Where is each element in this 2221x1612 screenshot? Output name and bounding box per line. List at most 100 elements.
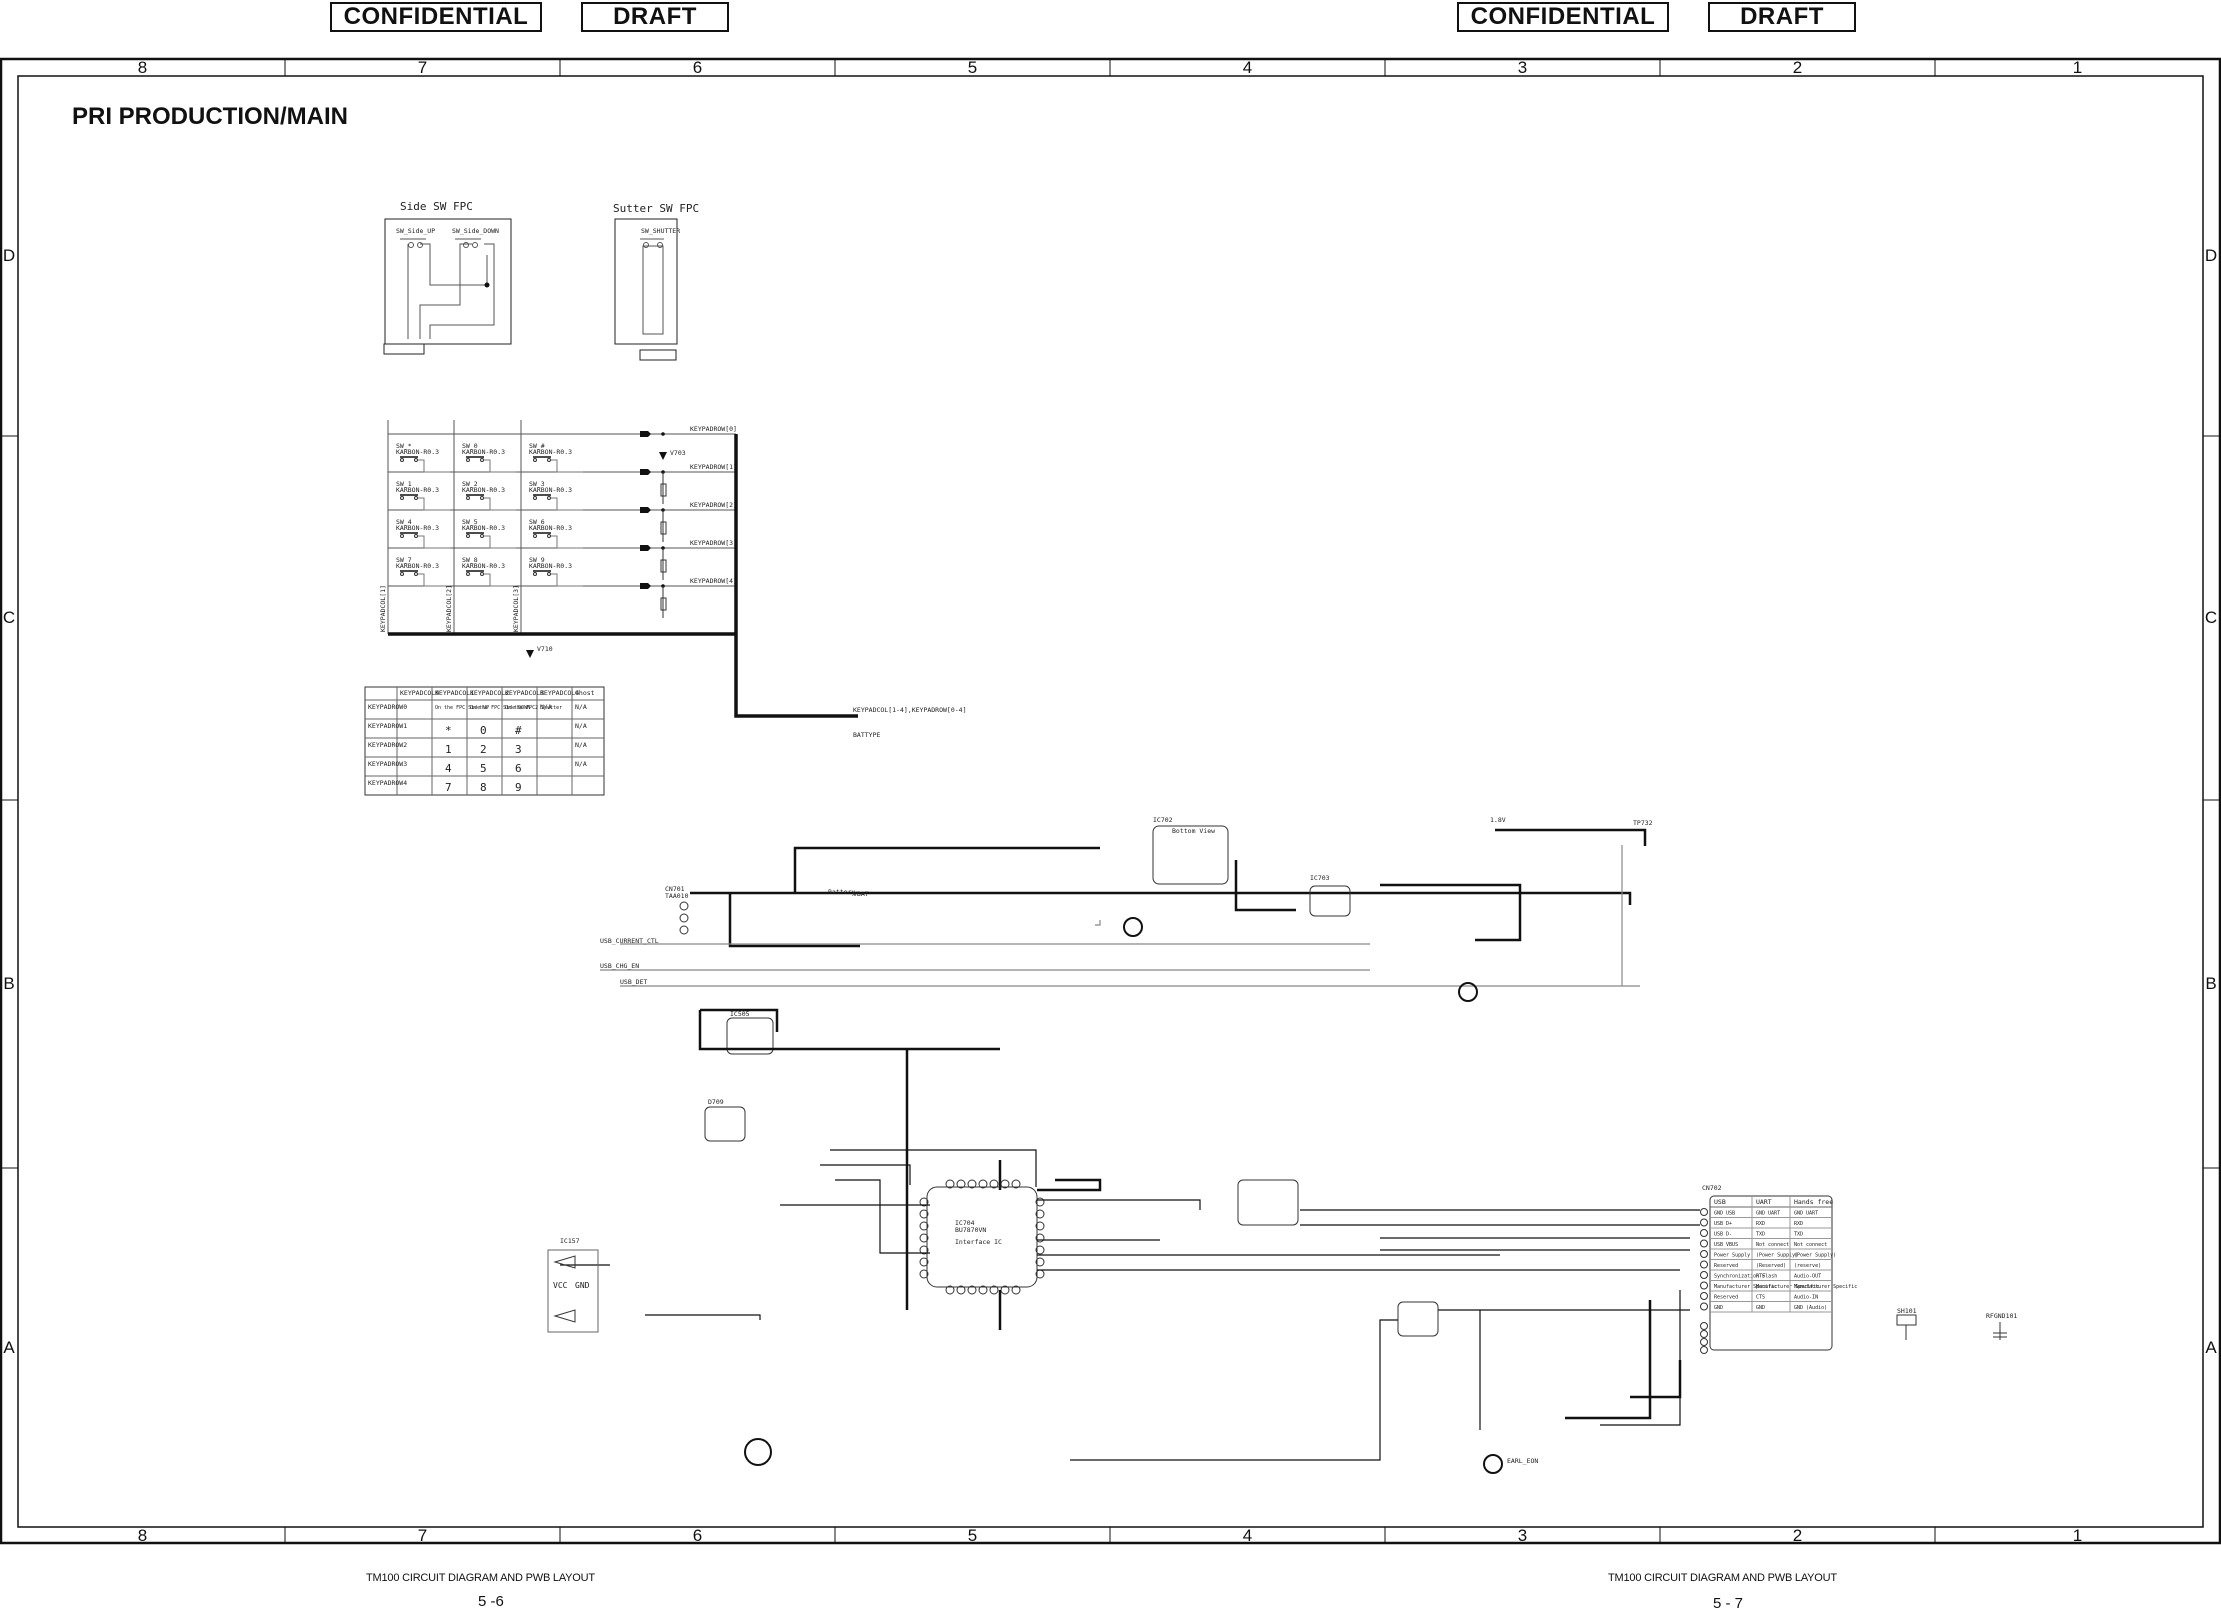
connector-pin [1700,1346,1708,1354]
switch-wire [484,459,516,473]
right-wires [1070,1290,1690,1461]
rfgnd-ref: RFGND101 [1986,1312,2017,1320]
zone-row-A: A [2205,1337,2217,1357]
switch-wire [484,497,516,511]
schematic-sheet: Side SW FPC SW_Side_UP SW_Side_DOWN Sutt… [0,57,2221,1545]
connector-pin [1700,1250,1708,1258]
connector-cell: RXD [1756,1221,1765,1227]
usb-current-ctl-label: USB_CURRENT_CTL [600,937,659,945]
ic704-part: BU7870VN [955,1226,986,1234]
shutter-fpc-title: Sutter SW FPC [613,202,699,215]
keypad-switch-part: KARBON-R0.3 [529,524,572,532]
switch-contact [400,572,404,576]
junction-dot [661,432,665,436]
connector-cell: RTS [1756,1274,1765,1280]
switch-contact [400,534,404,538]
connector-pin [1700,1292,1708,1300]
zone-column-2: 2 [1792,58,1803,77]
zone-row-D: D [2,246,16,265]
switch-wire [418,573,450,587]
switch-contact [480,572,484,576]
keypad-switch-part: KARBON-R0.3 [462,562,505,570]
ic157-vcc: VCC [553,1281,568,1290]
table-row-header: KEYPADROW2 [368,741,407,749]
connector-pin [1700,1322,1708,1330]
switch-wire [551,535,583,549]
table-header-cell: KEYPADCOL0 [400,689,439,697]
switch-contact [414,572,418,576]
connector-cell: Synchronization Flash [1714,1274,1777,1280]
connector-pin [1700,1302,1708,1311]
usb-chg-en-label: USB_CHG_EN [600,962,639,970]
battype-net-label: BATTYPE [853,731,880,739]
connector-pin [1700,1338,1708,1346]
switch-wire [418,497,450,511]
zone-row-D: D [2204,246,2218,265]
d709-ref: D709 [708,1098,724,1106]
zone-column-2: 2 [1792,1526,1803,1545]
switch-wire [551,459,583,473]
switch-contact [466,572,470,576]
connector-cell: (reserve) [1794,1263,1821,1269]
table-cell: N/A [575,760,587,768]
ic702-note: Bottom View [1172,827,1215,835]
keypad-bus [388,434,858,718]
table-cell: On the FPC2 Shutter [505,705,562,711]
table-header-cell: Ghost [575,689,595,697]
connector-cell: USB VBUS [1714,1242,1738,1248]
row-port-arrow [640,545,651,551]
zone-column-1: 1 [2072,1526,2083,1545]
connector-header: Hands free [1794,1198,1833,1206]
zone-column-5: 5 [967,58,978,77]
footer-caption-right: TM100 CIRCUIT DIAGRAM AND PWB LAYOUT [1608,1572,1837,1584]
zone-column-7: 7 [417,58,428,77]
ic704-name: Interface IC [955,1238,1002,1246]
switch-wire [418,535,450,549]
vbat-net-label: VBAT [853,890,869,898]
connector-cell: GND UART [1756,1211,1780,1217]
keypad-switch-part: KARBON-R0.3 [462,486,505,494]
connector-pin [1700,1239,1708,1248]
zone-column-6: 6 [692,1526,703,1545]
connector-header: USB [1714,1198,1726,1206]
table-row-header: KEYPADROW3 [368,760,407,768]
sw-side-up-label: SW_Side_UP [396,227,435,235]
switch-contact [414,458,418,462]
zone-ticks [1,59,2220,1543]
connector-pin [1700,1281,1708,1290]
row-port-arrow [640,507,651,513]
switch-contact [533,458,537,462]
keypad-switch-part: KARBON-R0.3 [462,448,505,456]
connector-cell: TXD [1794,1232,1803,1238]
cn702-ref: CN702 [1702,1184,1722,1192]
zone-column-4: 4 [1242,58,1253,77]
sw-shutter-label: SW_SHUTTER [641,227,680,235]
table-cell: 6 [515,762,522,775]
connector-pin [1700,1229,1708,1237]
row-port-arrow [640,583,651,589]
zone-row-B: B [2205,974,2217,993]
connector-cell: Not connect [1756,1242,1789,1248]
keypad-row-label: KEYPADROW[4] [690,577,737,585]
table-cell: 8 [480,781,487,794]
connector-cell: CTS [1756,1295,1765,1301]
switch-contact [466,534,470,538]
keypad-switch-part: KARBON-R0.3 [529,562,572,570]
keypad-row-label: KEYPADROW[1] [690,463,737,471]
switch-contact [547,534,551,538]
switch-wire [551,573,583,587]
d709 [704,1106,746,1142]
switch-contact [547,496,551,500]
switch-contact [480,458,484,462]
diode-ref: V703 [670,449,686,457]
connector-cell: RXD [1794,1221,1803,1227]
side-sw-fpc [383,218,512,355]
footer-page-left: 5 -6 [478,1593,504,1610]
key-assignment-table: KEYPADCOL0KEYPADCOL1KEYPADCOL2KEYPADCOL3… [364,686,605,796]
table-cell: 9 [515,781,522,794]
connector-cell: GND [1714,1305,1723,1311]
diode-ref: V710 [537,645,553,653]
connector-cell: (Power Supply) [1756,1253,1798,1259]
keypad-switch-part: KARBON-R0.3 [396,486,439,494]
connector-cell: Reserved [1714,1263,1738,1269]
